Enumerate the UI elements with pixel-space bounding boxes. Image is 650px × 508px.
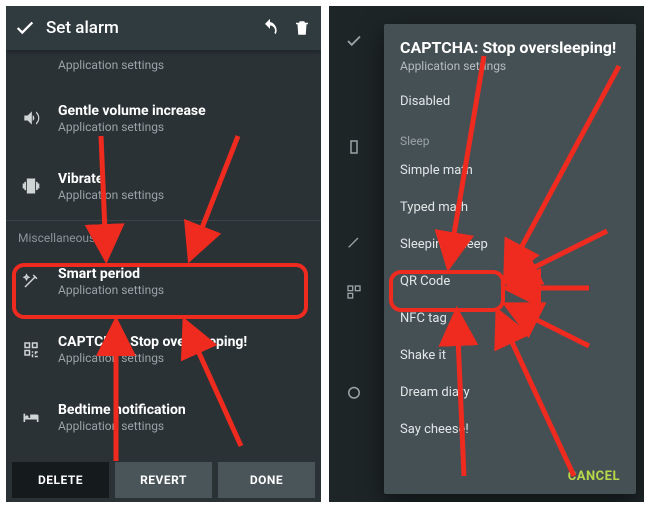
section-header-misc: Miscellaneous (6, 221, 321, 247)
app-bar-title: Set alarm (46, 18, 119, 38)
dialog-option-shake-it[interactable]: Shake it (400, 337, 620, 374)
revert-button[interactable]: REVERT (115, 462, 212, 498)
qr-icon (343, 281, 365, 303)
list-item-smart-period[interactable]: Smart period Application settings (6, 247, 321, 315)
done-button[interactable]: DONE (218, 462, 315, 498)
item-subtitle: Application settings (58, 120, 206, 134)
dialog-option-typed-math[interactable]: Typed math (400, 189, 620, 226)
dialog-option-qr-code[interactable]: QR Code (400, 263, 620, 300)
dialog-option-sleep[interactable]: Sleep (400, 120, 620, 152)
list-item-truncated[interactable]: Application settings (6, 50, 321, 84)
wand-icon (343, 231, 365, 253)
settings-list: Application settings Gentle volume incre… (6, 50, 321, 502)
cancel-button[interactable]: CANCEL (568, 469, 620, 484)
dialog-option-disabled[interactable]: Disabled (400, 83, 620, 120)
button-bar: DELETE REVERT DONE (6, 458, 321, 502)
app-bar: Set alarm (6, 6, 321, 50)
list-item-gentle-volume[interactable]: Gentle volume increase Application setti… (6, 84, 321, 152)
confirm-icon (343, 30, 365, 52)
item-title: Gentle volume increase (58, 103, 206, 119)
trash-icon[interactable] (291, 17, 313, 39)
snooze-icon (343, 381, 365, 403)
right-screen: CAPTCHA: Stop oversleeping! Application … (329, 6, 644, 502)
dialog-option-simple-math[interactable]: Simple math (400, 152, 620, 189)
confirm-icon[interactable] (14, 17, 36, 39)
bed-icon (18, 407, 44, 427)
dialog-option-sleeping-sheep[interactable]: Sleeping sheep (400, 226, 620, 263)
list-item-captcha[interactable]: CAPTCHA: Stop oversleeping! Application … (6, 315, 321, 383)
delete-button[interactable]: DELETE (12, 462, 109, 498)
vibrate-icon (18, 176, 44, 196)
dialog-subtitle: Application settings (400, 59, 620, 73)
left-screen: Set alarm Application settings Gentle vo… (6, 6, 321, 502)
volume-up-icon (18, 108, 44, 128)
dialog-title: CAPTCHA: Stop oversleeping! (400, 38, 620, 57)
undo-icon[interactable] (259, 17, 281, 39)
list-item-bedtime[interactable]: Bedtime notification Application setting… (6, 383, 321, 451)
dialog-option-nfc-tag[interactable]: NFC tag (400, 300, 620, 337)
vibrate-icon (343, 136, 365, 158)
dialog-option-say-cheese[interactable]: Say cheese! (400, 411, 620, 448)
qr-icon (18, 340, 44, 358)
captcha-dialog: CAPTCHA: Stop oversleeping! Application … (384, 24, 636, 494)
list-item-vibrate[interactable]: Vibrate Application settings (6, 152, 321, 220)
dialog-option-dream-diary[interactable]: Dream diary (400, 374, 620, 411)
wand-icon (18, 272, 44, 290)
